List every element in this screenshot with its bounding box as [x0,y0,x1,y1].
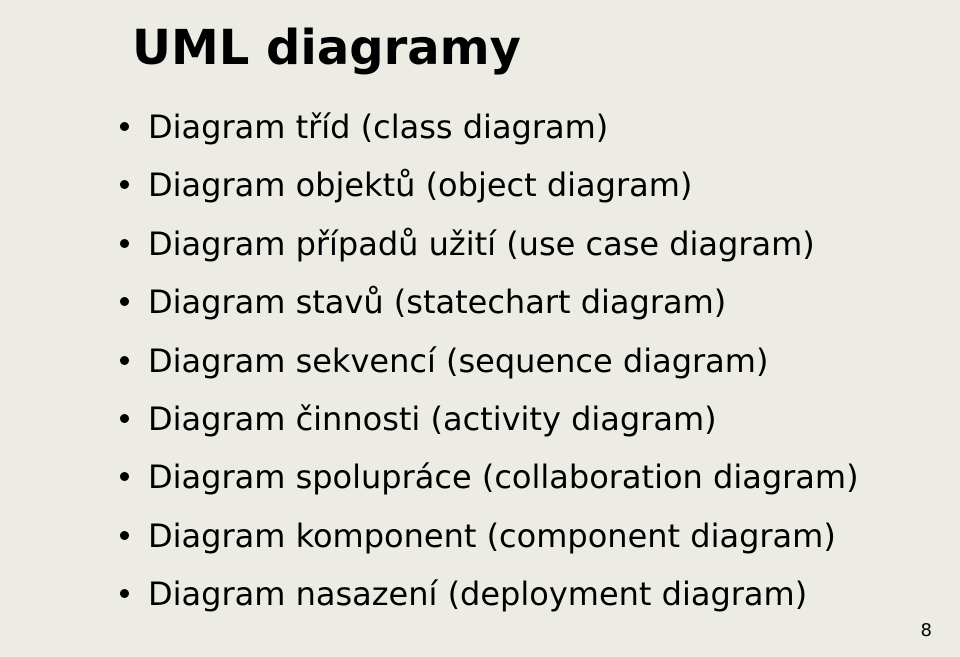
list-item: Diagram objektů (object diagram) [120,162,900,208]
page-number: 8 [921,620,932,641]
slide: UML diagramy Diagram tříd (class diagram… [0,0,960,657]
list-item: Diagram tříd (class diagram) [120,104,900,150]
list-item: Diagram komponent (component diagram) [120,513,900,559]
list-item: Diagram stavů (statechart diagram) [120,279,900,325]
list-item: Diagram činnosti (activity diagram) [120,396,900,442]
list-item: Diagram spolupráce (collaboration diagra… [120,454,900,500]
bullet-list: Diagram tříd (class diagram) Diagram obj… [60,104,900,618]
list-item: Diagram nasazení (deployment diagram) [120,571,900,617]
slide-title: UML diagramy [132,20,900,76]
list-item: Diagram sekvencí (sequence diagram) [120,338,900,384]
list-item: Diagram případů užití (use case diagram) [120,221,900,267]
